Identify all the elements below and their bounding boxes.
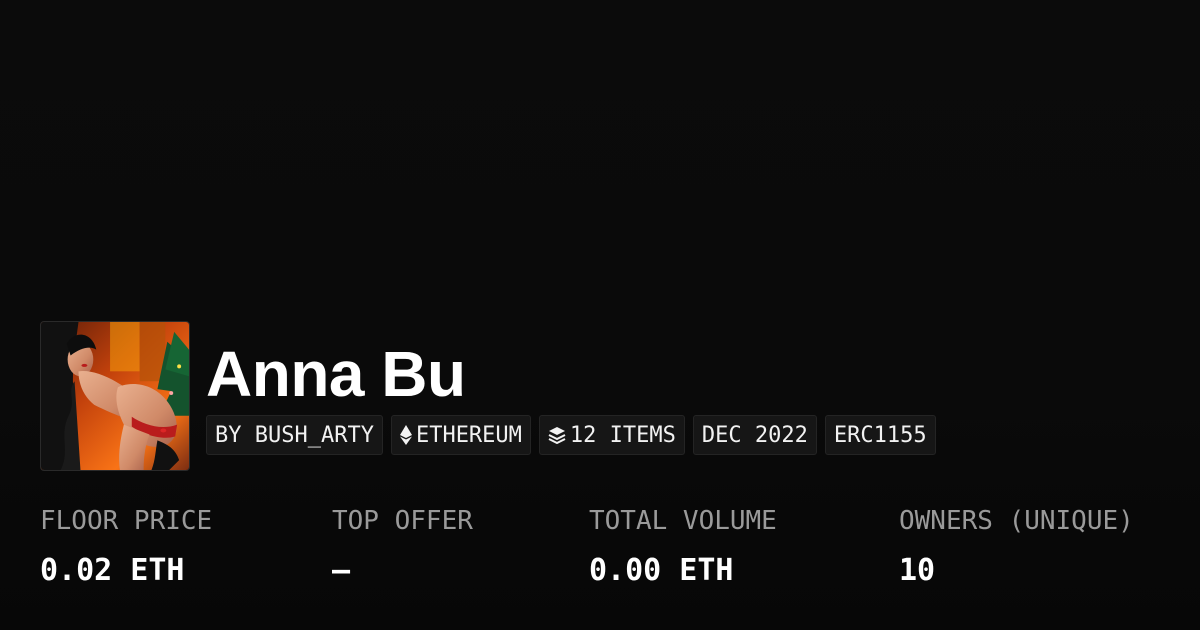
stat-total-volume-label: TOTAL VOLUME <box>589 506 777 536</box>
collection-stats: FLOOR PRICE 0.02 ETH TOP OFFER – TOTAL V… <box>0 504 1200 604</box>
collection-avatar <box>40 321 190 471</box>
stat-floor-price-label: FLOOR PRICE <box>40 506 213 536</box>
stat-total-volume-value: 0.00 ETH <box>589 553 734 588</box>
stat-top-offer-value: – <box>332 553 351 588</box>
stat-total-volume: TOTAL VOLUME 0.00 ETH <box>589 504 777 588</box>
chip-creator[interactable]: BY BUSH_ARTY <box>206 415 383 455</box>
chip-date-label: DEC 2022 <box>701 422 808 448</box>
layers-icon <box>548 426 566 444</box>
chip-chain-label: ETHEREUM <box>415 422 522 448</box>
collection-meta-chips: BY BUSH_ARTY ETHEREUM 12 ITEMS DEC 2022 … <box>206 415 936 455</box>
chip-creator-label: BY BUSH_ARTY <box>215 422 374 448</box>
stat-top-offer-label: TOP OFFER <box>332 506 473 536</box>
stat-top-offer: TOP OFFER – <box>332 504 473 588</box>
stat-owners-value: 10 <box>899 553 936 588</box>
chip-chain[interactable]: ETHEREUM <box>390 415 531 455</box>
stat-floor-price-value: 0.02 ETH <box>40 553 185 588</box>
stat-floor-price: FLOOR PRICE 0.02 ETH <box>40 504 212 588</box>
chip-items-label: 12 ITEMS <box>569 422 676 448</box>
stat-owners-label: OWNERS (UNIQUE) <box>899 506 1134 536</box>
chip-standard: ERC1155 <box>824 415 936 455</box>
chip-items[interactable]: 12 ITEMS <box>538 415 685 455</box>
stat-owners: OWNERS (UNIQUE) 10 <box>899 504 1134 588</box>
avatar-artwork <box>41 322 189 470</box>
chip-standard-label: ERC1155 <box>833 422 927 448</box>
collection-title: Anna Bu <box>206 338 466 410</box>
ethereum-icon <box>399 425 412 445</box>
chip-date: DEC 2022 <box>692 415 817 455</box>
